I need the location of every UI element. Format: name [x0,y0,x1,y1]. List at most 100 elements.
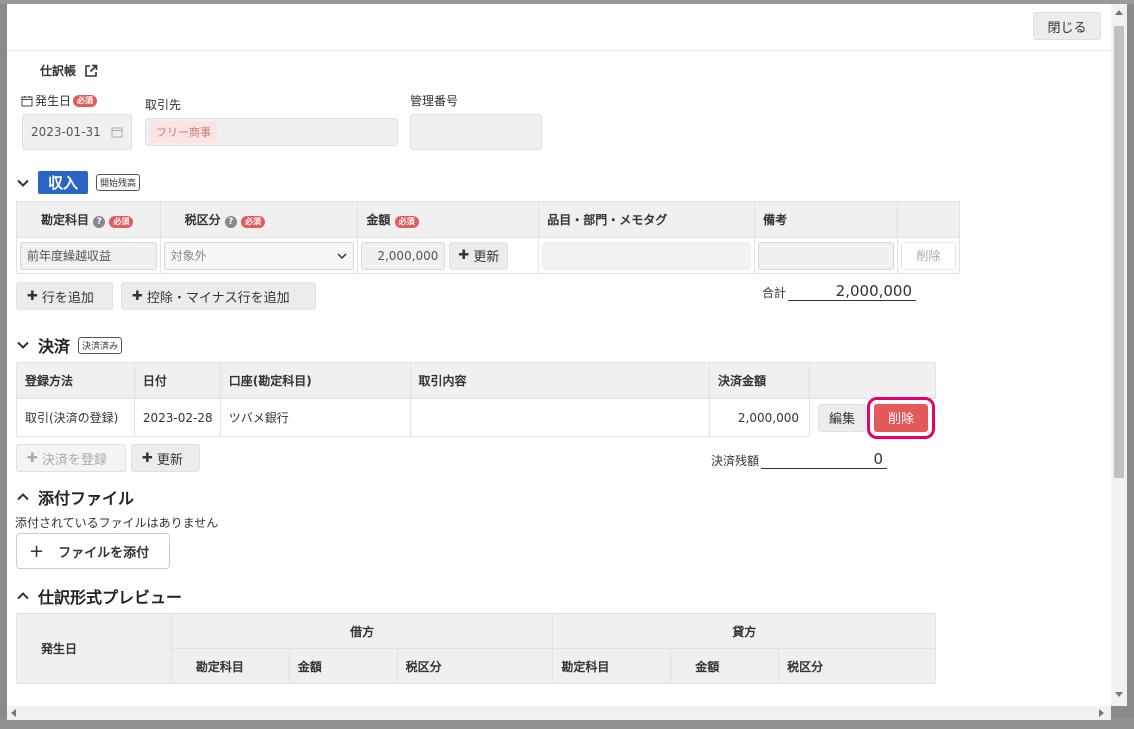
tax-select-value: 対象外 [170,249,207,263]
chevron-up-icon[interactable] [16,589,30,603]
tax-select[interactable]: 対象外 [163,241,355,270]
col-account: 勘定科目 ? 必須 [16,201,161,238]
scroll-left-icon[interactable] [11,709,16,717]
tags-input[interactable] [542,241,752,270]
plus-icon: ✚ [27,288,38,304]
remaining-label: 決済残額 [711,454,760,468]
amount-update-button[interactable]: ✚ 更新 [449,241,509,270]
tags-cell [538,237,756,274]
payment-row: 取引(決済の登録) 2023-02-28 ツバメ銀行 2,000,000 編集 … [16,396,936,439]
add-row-button[interactable]: ✚ 行を追加 [16,282,113,310]
col-debit-amount: 金額 [288,648,398,684]
scroll-up-icon[interactable] [1115,10,1123,15]
partner-input[interactable]: フリー商事 [145,118,398,146]
actions-cell: 削除 [896,237,961,274]
chevron-down-icon[interactable] [16,176,30,190]
col-tags: 品目・部門・メモタグ [538,201,756,238]
external-link-icon [85,64,98,77]
help-icon[interactable]: ? [224,216,237,228]
account-input[interactable]: 前年度繰越収益 [20,241,157,270]
required-badge: 必須 [394,216,419,228]
content-cell [409,398,711,437]
required-badge: 必須 [240,216,265,228]
payment-update-button[interactable]: ✚ 更新 [131,444,200,472]
attach-file-button[interactable]: + ファイルを添付 [16,533,170,569]
calendar-picker-icon[interactable] [111,126,123,138]
header-divider [7,50,1111,51]
vertical-scrollbar[interactable] [1111,4,1127,706]
col-tax: 税区分 ? 必須 [159,201,359,238]
date-label: 発生日 [35,94,72,108]
col-payment-amount: 決済金額 [709,362,810,399]
col-preview-date: 発生日 [16,613,172,684]
col-date: 日付 [133,362,221,399]
col-remarks: 備考 [754,201,898,238]
preview-title: 仕訳形式プレビュー [38,588,183,607]
attachments-title: 添付ファイル [38,489,135,508]
income-table: 勘定科目 ? 必須 税区分 ? 必須 金額 必須 品目・部門・メモタグ 備考 前… [16,201,961,274]
income-row: 前年度繰越収益 対象外 2,000,000 ✚ 更新 削除 [16,237,961,274]
preview-section-header[interactable]: 仕訳形式プレビュー [16,584,182,608]
method-cell: 取引(決済の登録) [16,398,135,437]
payment-delete-button[interactable]: 削除 [867,396,936,439]
payment-header-row: 登録方法 日付 口座(勘定科目) 取引内容 決済金額 [16,362,936,399]
remarks-input[interactable] [758,241,894,270]
col-content: 取引内容 [409,362,711,399]
col-bank-account: 口座(勘定科目) [219,362,411,399]
journal-link[interactable]: 仕訳帳 [40,62,98,79]
mgmt-number-label: 管理番号 [410,94,459,108]
payment-title: 決済 [38,337,71,356]
chevron-up-icon[interactable] [16,490,30,504]
pay-amount-cell: 2,000,000 [709,398,810,437]
scroll-right-icon[interactable] [1099,709,1104,717]
help-icon[interactable]: ? [93,216,106,228]
plus-icon: ✚ [142,450,153,466]
total-label: 合計 [762,286,787,300]
col-debit: 借方 [170,613,554,649]
remarks-cell [754,237,898,274]
chevron-down-icon[interactable] [16,338,30,352]
col-amount: 金額 必須 [357,201,540,238]
amount-cell: 2,000,000 ✚ 更新 [357,237,540,274]
plus-icon: ✚ [27,450,38,466]
pay-actions-cell: 編集 削除 [809,396,936,439]
payment-remaining: 決済残額 0 [711,450,888,469]
tax-cell: 対象外 [159,237,359,274]
date-label-group: 発生日 必須 [21,92,98,109]
close-button[interactable]: 閉じる [1033,12,1101,40]
preview-header-row-1: 発生日 借方 貸方 [16,613,936,684]
date-input[interactable]: 2023-01-31 [22,114,132,150]
vertical-scroll-thumb[interactable] [1114,26,1124,478]
payment-edit-button[interactable]: 編集 [818,403,867,432]
mgmt-number-input[interactable] [410,114,542,150]
col-credit: 貸方 [552,613,936,649]
income-title: 収入 [38,171,89,194]
col-method: 登録方法 [16,362,135,399]
pay-date-cell: 2023-02-28 [133,398,221,437]
partner-tag: フリー商事 [150,121,217,143]
account-cell: 前年度繰越収益 [16,237,161,274]
no-attachments-message: 添付されているファイルはありません [15,516,219,530]
plus-icon: + [29,540,45,562]
income-total: 合計 2,000,000 [762,282,917,301]
row-delete-button[interactable]: 削除 [900,241,956,270]
journal-modal: 閉じる 仕訳帳 発生日 必須 2023-01-31 取引先 フリー商事 管理番号 [7,4,1111,706]
col-debit-account: 勘定科目 [170,648,290,684]
col-credit-amount: 金額 [670,648,780,684]
required-badge: 必須 [73,94,98,107]
attachments-section-header[interactable]: 添付ファイル [16,485,134,509]
plus-icon: ✚ [458,248,470,263]
required-badge: 必須 [109,216,134,228]
scroll-down-icon[interactable] [1115,692,1123,697]
register-payment-button[interactable]: ✚ 決済を登録 [16,444,126,472]
col-credit-account: 勘定科目 [552,648,672,684]
remaining-value: 0 [761,450,888,469]
amount-input[interactable]: 2,000,000 [361,241,446,270]
calendar-icon [21,95,33,106]
add-minus-row-button[interactable]: ✚ 控除・マイナス行を追加 [121,282,316,310]
payment-section-header[interactable]: 決済 決済済み [16,333,123,357]
horizontal-scrollbar[interactable] [7,706,1111,720]
plus-icon: ✚ [132,288,143,304]
bank-account-cell: ツバメ銀行 [219,398,411,437]
income-section-header[interactable]: 収入 開始残高 [16,171,141,194]
